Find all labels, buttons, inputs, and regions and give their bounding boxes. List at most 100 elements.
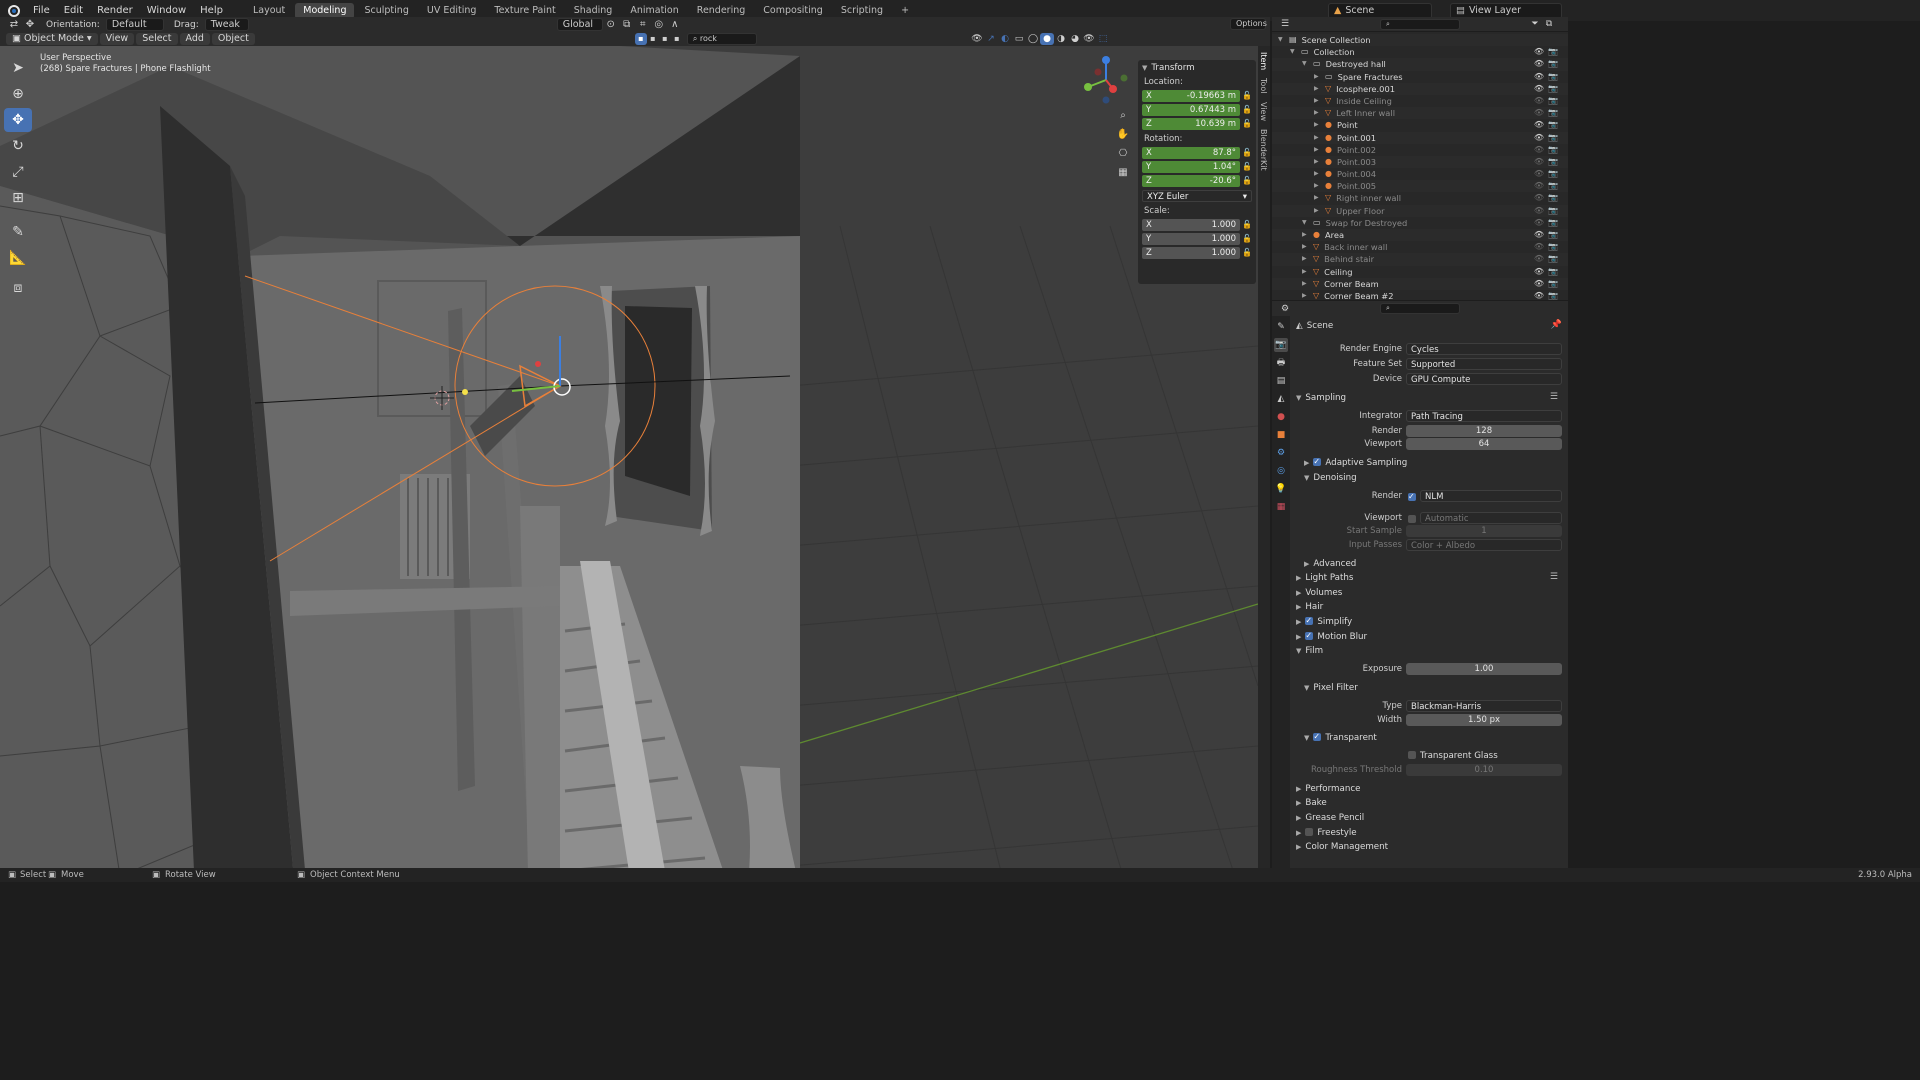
disclosure-triangle-icon[interactable]: ▶ bbox=[1302, 278, 1310, 290]
denoiser-dropdown[interactable]: NLM bbox=[1420, 490, 1562, 502]
adaptive-sampling-checkbox[interactable] bbox=[1313, 455, 1322, 468]
hair-section[interactable]: ▶ Hair bbox=[1296, 601, 1323, 614]
transparent-glass-checkbox[interactable] bbox=[1408, 751, 1416, 759]
outliner-row[interactable]: ▶ ● Point.003 👁📷 bbox=[1272, 155, 1568, 169]
transform-panel-title[interactable]: ▼ Transform bbox=[1142, 63, 1252, 73]
disclosure-triangle-icon[interactable]: ▶ bbox=[1314, 168, 1322, 180]
scale-tool-icon[interactable]: ⤢ bbox=[4, 160, 32, 184]
scale-x-field[interactable]: X 1.000 bbox=[1142, 218, 1240, 231]
lock-icon[interactable]: 🔓 bbox=[1240, 248, 1252, 257]
options-dropdown[interactable]: Options bbox=[1230, 18, 1267, 30]
disclosure-triangle-icon[interactable]: ▶ bbox=[1302, 229, 1310, 241]
pixel-filter-section[interactable]: ▼ Pixel Filter bbox=[1304, 682, 1358, 695]
lock-icon[interactable]: 🔓 bbox=[1240, 119, 1252, 128]
menu-add[interactable]: Add bbox=[179, 33, 210, 45]
proportional-icon[interactable]: ◎ bbox=[651, 17, 667, 33]
outliner-row[interactable]: ▶ ● Point.002 👁📷 bbox=[1272, 144, 1568, 156]
disclosure-triangle-icon[interactable]: ▶ bbox=[1314, 132, 1322, 144]
outliner-row[interactable]: ▼ ▤ Scene Collection bbox=[1272, 34, 1568, 47]
feature-set-dropdown[interactable]: Supported bbox=[1406, 358, 1562, 370]
cursor-tool-icon[interactable]: ⊕ bbox=[4, 82, 32, 106]
drag-dropdown[interactable]: Tweak bbox=[204, 18, 249, 31]
presets-list-icon[interactable]: ☰ bbox=[1550, 392, 1558, 402]
motion-blur-section[interactable]: ▶ Motion Blur bbox=[1296, 629, 1367, 644]
grease-pencil-section[interactable]: ▶ Grease Pencil bbox=[1296, 812, 1364, 825]
lock-icon[interactable]: 🔓 bbox=[1240, 176, 1252, 185]
visibility-toggle-icons[interactable]: 👁📷 bbox=[1534, 217, 1562, 229]
visibility-toggle-icons[interactable]: 👁📷 bbox=[1534, 119, 1562, 131]
disclosure-triangle-icon[interactable]: ▶ bbox=[1314, 119, 1322, 131]
view-layer-properties-icon[interactable]: ▤ bbox=[1274, 374, 1288, 388]
move-tool-button[interactable]: ✥ bbox=[4, 108, 32, 132]
outliner-row[interactable]: ▼ ▭ Collection 👁📷 bbox=[1272, 46, 1568, 58]
start-sample-field[interactable]: 1 bbox=[1406, 525, 1562, 537]
outliner-row[interactable]: ▶ ▽ Behind stair 👁📷 bbox=[1272, 253, 1568, 266]
disclosure-triangle-icon[interactable]: ▶ bbox=[1302, 266, 1310, 278]
snap-icon[interactable]: ⧉ bbox=[619, 17, 635, 33]
disclosure-triangle-icon[interactable]: ▶ bbox=[1314, 107, 1322, 119]
scale-z-field[interactable]: Z 1.000 bbox=[1142, 246, 1240, 259]
roughness-threshold-field[interactable]: 0.10 bbox=[1406, 764, 1562, 776]
volumes-section[interactable]: ▶ Volumes bbox=[1296, 587, 1342, 600]
visibility-toggle-icons[interactable]: 👁📷 bbox=[1534, 180, 1562, 192]
outliner-row[interactable]: ▶ ▭ Spare Fractures 👁📷 bbox=[1272, 71, 1568, 83]
disclosure-triangle-icon[interactable]: ▶ bbox=[1314, 144, 1322, 156]
move-tool-icon[interactable]: ✥ bbox=[22, 17, 38, 33]
object-mode-dropdown[interactable]: ▣ Object Mode ▾ bbox=[6, 33, 98, 45]
outliner-row[interactable]: ▶ ▽ Ceiling 👁📷 bbox=[1272, 266, 1568, 278]
visibility-toggle-icons[interactable]: 👁📷 bbox=[1534, 168, 1562, 180]
restrict-select-icon[interactable]: ⬚ bbox=[1096, 33, 1110, 45]
rotation-mode-dropdown[interactable]: XYZ Euler ▾ bbox=[1142, 189, 1252, 202]
disclosure-triangle-icon[interactable]: ▶ bbox=[1314, 71, 1322, 83]
pivot-icon[interactable]: ⊙ bbox=[603, 17, 619, 33]
gizmo-icon[interactable]: ↗ bbox=[984, 33, 998, 45]
select-invert-icon[interactable]: ▪ bbox=[671, 33, 683, 45]
overlays-icon[interactable]: ◐ bbox=[998, 33, 1012, 45]
disclosure-triangle-icon[interactable]: ▼ bbox=[1302, 58, 1310, 70]
light-paths-section[interactable]: ▶ Light Paths bbox=[1296, 572, 1353, 585]
transform-tool-icon[interactable]: ⊞ bbox=[4, 186, 32, 210]
tab-item[interactable]: Item bbox=[1259, 52, 1268, 70]
zoom-icon[interactable]: ⌕ bbox=[1115, 108, 1131, 124]
light-target-point[interactable] bbox=[462, 389, 468, 395]
outliner-search-input[interactable]: ⌕ bbox=[1380, 18, 1460, 30]
lock-icon[interactable]: 🔓 bbox=[1240, 148, 1252, 157]
pan-hand-icon[interactable]: ✋ bbox=[1115, 127, 1131, 143]
visibility-toggle-icons[interactable]: 👁📷 bbox=[1534, 205, 1562, 217]
outliner-row[interactable]: ▶ ▽ Icosphere.001 👁📷 bbox=[1272, 82, 1568, 95]
rotation-x-field[interactable]: X 87.8° bbox=[1142, 146, 1240, 159]
freestyle-section[interactable]: ▶ Freestyle bbox=[1296, 827, 1357, 840]
solid-shading-icon[interactable]: ● bbox=[1040, 33, 1054, 45]
visibility-toggle-icons[interactable]: 👁📷 bbox=[1534, 156, 1562, 168]
select-box-icon[interactable]: ➤ bbox=[4, 56, 32, 80]
exposure-field[interactable]: 1.00 bbox=[1406, 663, 1562, 675]
filter-width-field[interactable]: 1.50 px bbox=[1406, 714, 1562, 726]
disclosure-triangle-icon[interactable]: ▼ bbox=[1302, 217, 1310, 229]
add-cube-tool-icon[interactable]: ⧈ bbox=[4, 276, 32, 300]
visibility-icon[interactable]: 👁 bbox=[970, 33, 984, 45]
tab-blenderkit[interactable]: BlenderKit bbox=[1259, 129, 1268, 171]
integrator-dropdown[interactable]: Path Tracing bbox=[1406, 410, 1562, 422]
disclosure-triangle-icon[interactable]: ▶ bbox=[1314, 83, 1322, 95]
texture-properties-icon[interactable]: ▦ bbox=[1274, 500, 1288, 514]
rotation-z-field[interactable]: Z -20.6° bbox=[1142, 174, 1240, 187]
visibility-toggle-icons[interactable]: 👁📷 bbox=[1534, 132, 1562, 144]
visibility-toggle-icons[interactable]: 👁📷 bbox=[1534, 95, 1562, 107]
render-properties-icon[interactable]: 📷 bbox=[1274, 338, 1288, 352]
transparent-checkbox[interactable] bbox=[1313, 730, 1322, 743]
select-extend-icon[interactable]: ▪ bbox=[647, 33, 659, 45]
render-samples-field[interactable]: 128 bbox=[1406, 425, 1562, 437]
snap-target-icon[interactable]: ⌗ bbox=[635, 17, 651, 33]
visibility-toggle-icons[interactable]: 👁📷 bbox=[1534, 278, 1562, 290]
location-z-field[interactable]: Z 10.639 m bbox=[1142, 117, 1240, 130]
modifier-properties-icon[interactable]: ⚙ bbox=[1274, 446, 1288, 460]
transparent-glass-option[interactable]: Transparent Glass bbox=[1408, 750, 1498, 763]
motion-blur-checkbox[interactable] bbox=[1305, 629, 1314, 642]
wireframe-shading-icon[interactable]: ◯ bbox=[1026, 33, 1040, 45]
lock-icon[interactable]: 🔓 bbox=[1240, 220, 1252, 229]
disclosure-triangle-icon[interactable]: ▶ bbox=[1314, 192, 1322, 204]
orientation-dropdown[interactable]: Default bbox=[105, 18, 164, 31]
outliner-row[interactable]: ▶ ▽ Upper Floor 👁📷 bbox=[1272, 204, 1568, 217]
rotate-tool-icon[interactable]: ↻ bbox=[4, 134, 32, 158]
freestyle-checkbox[interactable] bbox=[1305, 828, 1314, 836]
